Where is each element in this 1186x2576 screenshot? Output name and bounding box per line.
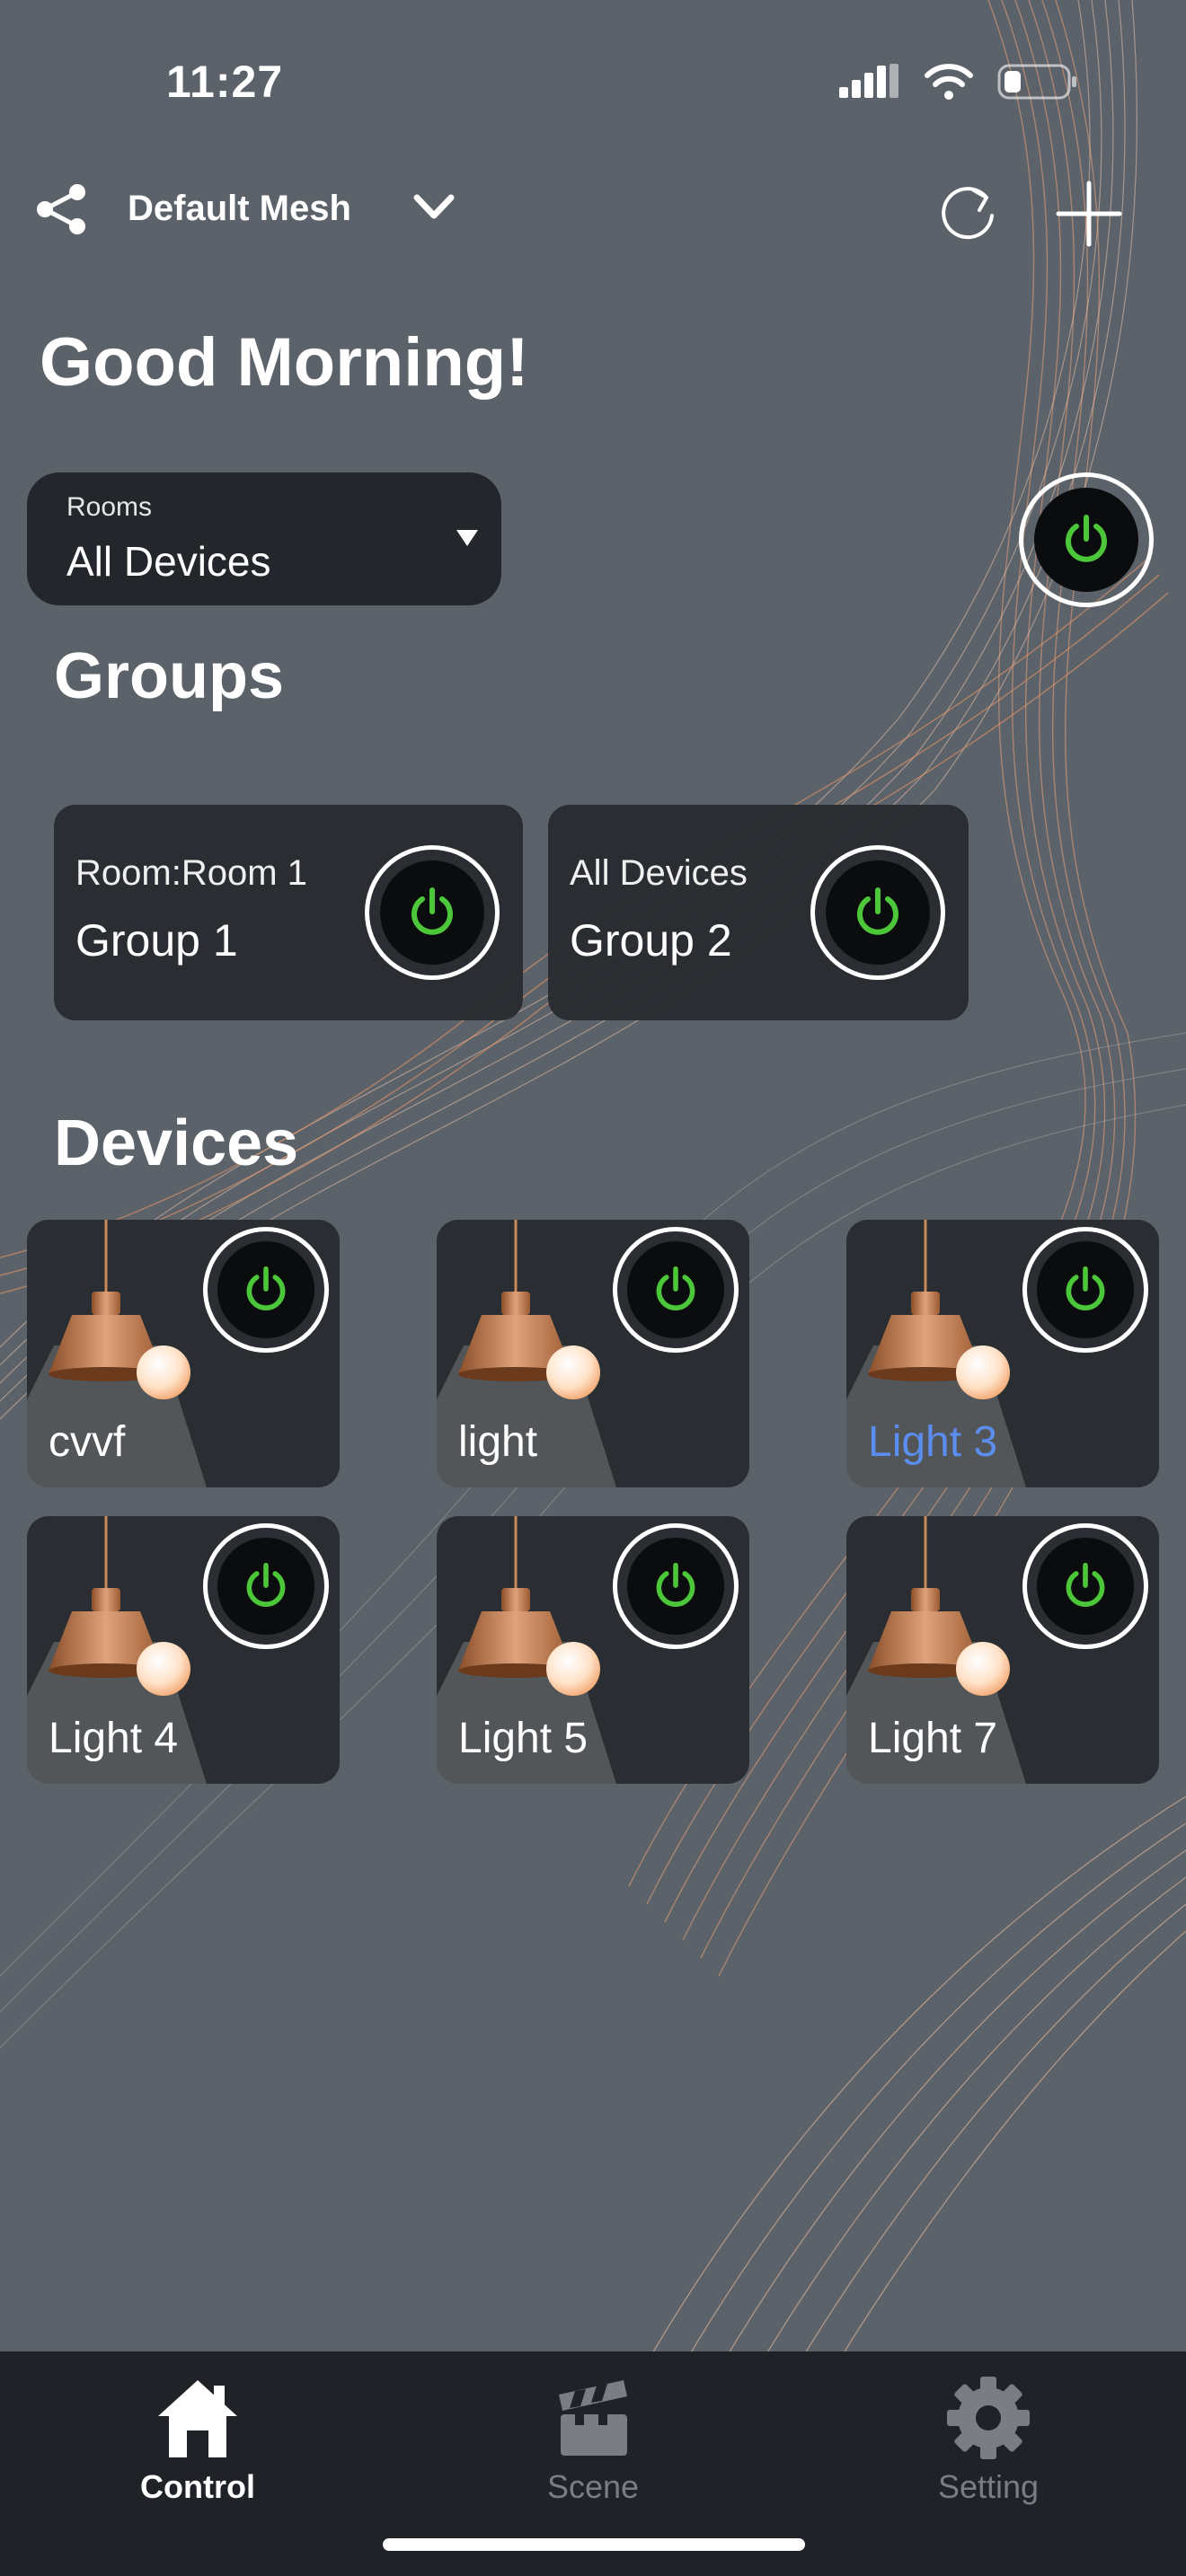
devices-title: Devices [54, 1107, 299, 1179]
power-icon [412, 887, 453, 935]
dropdown-caret-icon [456, 530, 478, 546]
chevron-down-icon[interactable] [412, 189, 456, 225]
rooms-dropdown[interactable]: Rooms All Devices [27, 472, 501, 605]
device-card[interactable]: Light 3 [846, 1220, 1159, 1487]
tab-label: Setting [937, 2468, 1040, 2505]
master-power-button[interactable] [1019, 472, 1154, 607]
device-power-button[interactable] [203, 1227, 329, 1353]
power-icon [656, 1266, 695, 1310]
power-icon [1066, 1266, 1105, 1310]
group-card[interactable]: Room:Room 1 Group 1 [54, 805, 523, 1020]
greeting-title: Good Morning! [40, 324, 529, 401]
wifi-icon [925, 64, 973, 100]
device-card[interactable]: Light 7 [846, 1516, 1159, 1784]
share-icon[interactable] [34, 181, 90, 237]
tab-scene[interactable]: Scene [485, 2375, 701, 2506]
device-name: Light 3 [868, 1418, 998, 1466]
power-icon [246, 1562, 286, 1607]
group-power-button[interactable] [365, 845, 500, 980]
rooms-selected-value: All Devices [66, 538, 271, 585]
device-card[interactable]: Light 5 [437, 1516, 749, 1784]
add-icon[interactable] [1053, 178, 1125, 250]
gear-icon [947, 2377, 1030, 2459]
cellular-signal-icon [839, 64, 898, 98]
power-icon [656, 1562, 695, 1607]
tab-label: Scene [546, 2468, 640, 2505]
device-card[interactable]: light [437, 1220, 749, 1487]
home-icon [158, 2380, 237, 2457]
device-power-button[interactable] [613, 1523, 739, 1649]
device-name: light [458, 1418, 538, 1466]
device-power-button[interactable] [1022, 1227, 1148, 1353]
device-power-button[interactable] [203, 1523, 329, 1649]
group-card[interactable]: All Devices Group 2 [548, 805, 969, 1020]
refresh-icon[interactable] [934, 178, 1003, 246]
mesh-selector-label[interactable]: Default Mesh [128, 189, 351, 229]
power-icon [857, 887, 898, 935]
clapperboard-icon [559, 2380, 627, 2456]
device-name: cvvf [49, 1418, 126, 1466]
battery-icon [997, 64, 1076, 100]
status-time: 11:27 [166, 57, 284, 107]
groups-title: Groups [54, 640, 285, 712]
group-power-button[interactable] [810, 845, 945, 980]
device-power-button[interactable] [613, 1227, 739, 1353]
tab-control[interactable]: Control [90, 2375, 305, 2506]
power-icon [1066, 515, 1107, 562]
status-icons [839, 63, 1078, 101]
header: Default Mesh [0, 171, 1186, 251]
rooms-caption: Rooms [66, 492, 153, 522]
device-name: Light 5 [458, 1715, 589, 1762]
home-indicator [383, 2538, 805, 2551]
device-power-button[interactable] [1022, 1523, 1148, 1649]
group-name: Group 2 [570, 915, 732, 966]
power-icon [246, 1266, 286, 1310]
device-name: Light 7 [868, 1715, 998, 1762]
power-icon [1066, 1562, 1105, 1607]
device-name: Light 4 [49, 1715, 179, 1762]
device-card[interactable]: cvvf [27, 1220, 340, 1487]
device-card[interactable]: Light 4 [27, 1516, 340, 1784]
tab-setting[interactable]: Setting [881, 2375, 1096, 2506]
group-room-label: All Devices [570, 853, 748, 893]
tab-label: Control [140, 2468, 255, 2505]
group-name: Group 1 [75, 915, 238, 966]
group-room-label: Room:Room 1 [75, 853, 307, 893]
